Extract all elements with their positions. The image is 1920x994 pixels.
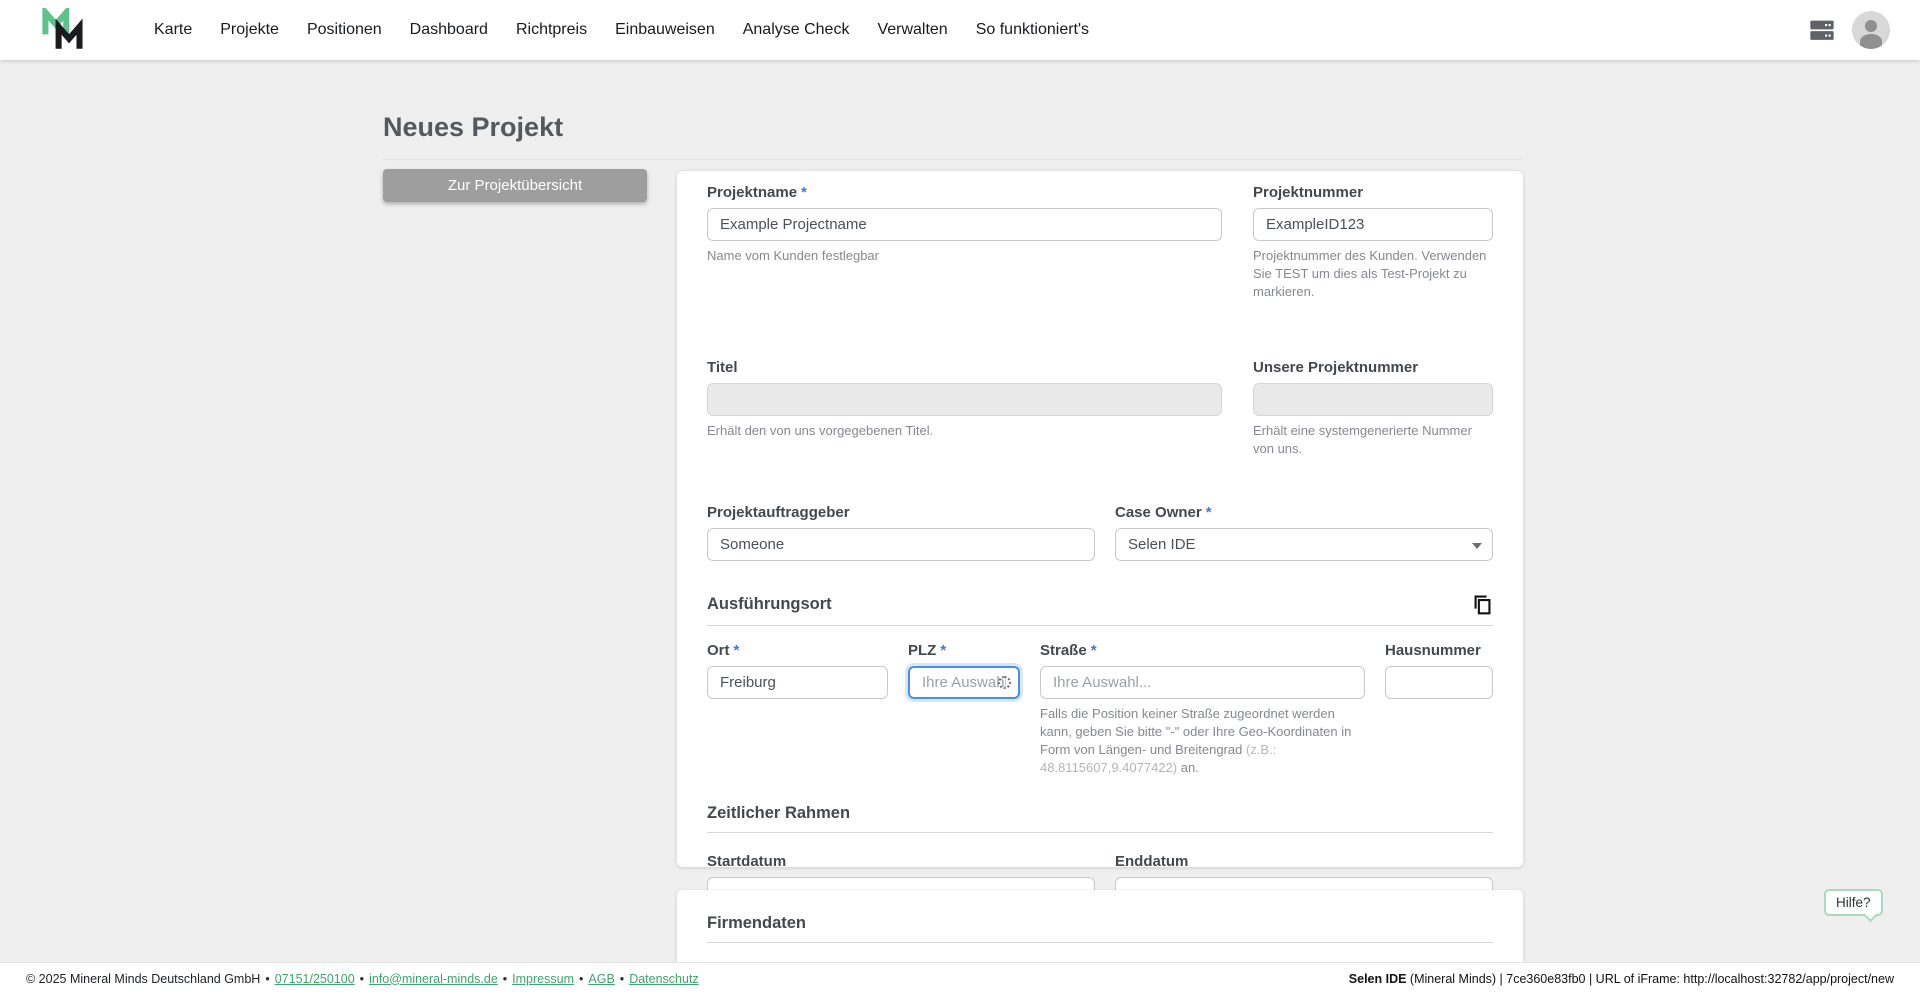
unsere-projektnummer-input [1253, 382, 1493, 416]
case-owner-select[interactable]: Selen IDE [1115, 527, 1493, 561]
plz-label: PLZ * [908, 641, 947, 659]
enddatum-label: Enddatum [1115, 853, 1189, 871]
startdatum-label: Startdatum [707, 853, 787, 871]
nav-item-positionen[interactable]: Positionen [293, 21, 396, 39]
required-marker: * [1205, 503, 1212, 521]
copy-icon[interactable] [1471, 594, 1493, 616]
projektnummer-label: Projektnummer [1253, 184, 1364, 201]
footer-impressum-link[interactable]: Impressum [512, 972, 574, 986]
help-button[interactable]: Hilfe? [1824, 889, 1883, 916]
projektauftraggeber-input[interactable] [707, 527, 1095, 561]
chevron-down-icon [1472, 542, 1482, 549]
strasse-label: Straße * [1040, 641, 1097, 659]
projektname-input[interactable] [707, 208, 1222, 241]
unsere-projektnummer-label: Unsere Projektnummer [1253, 358, 1419, 376]
loading-spinner-icon [998, 675, 1011, 689]
titel-helper: Erhält den von uns vorgegebenen Titel. [707, 422, 934, 438]
projektname-label: Projektname * [707, 184, 807, 201]
mineral-minds-logo[interactable] [40, 8, 88, 52]
required-marker: * [733, 641, 740, 659]
user-avatar-icon[interactable] [1852, 11, 1890, 49]
back-to-project-overview-button[interactable]: Zur Projektübersicht [383, 169, 647, 202]
ort-label: Ort * [707, 641, 740, 659]
nav-item-verwalten[interactable]: Verwalten [863, 21, 961, 39]
zeitlicher-rahmen-heading: Zeitlicher Rahmen [707, 804, 851, 823]
footer-datenschutz-link[interactable]: Datenschutz [629, 972, 698, 986]
footer-session-info: Selen IDE (Mineral Minds) | 7ce360e83fb0… [1349, 972, 1894, 986]
nav-item-so-funktionierts[interactable]: So funktioniert's [962, 21, 1103, 39]
hausnummer-label: Hausnummer [1385, 641, 1481, 659]
nav-item-richtpreis[interactable]: Richtpreis [502, 21, 601, 39]
footer-email-link[interactable]: info@mineral-minds.de [369, 972, 498, 986]
firmendaten-card: Firmendaten [677, 890, 1523, 962]
case-owner-label: Case Owner * [1115, 503, 1212, 521]
nav-item-einbauweisen[interactable]: Einbauweisen [601, 21, 729, 39]
nav-item-karte[interactable]: Karte [140, 21, 206, 39]
footer-left: © 2025 Mineral Minds Deutschland GmbH • … [26, 971, 699, 986]
projektnummer-helper: Projektnummer des Kunden. Verwenden Sie … [1253, 248, 1487, 299]
nav-item-projekte[interactable]: Projekte [206, 21, 293, 39]
strasse-input[interactable] [1040, 665, 1365, 699]
nav-item-dashboard[interactable]: Dashboard [396, 21, 502, 39]
case-owner-selected-value: Selen IDE [1128, 535, 1196, 553]
projektauftraggeber-label: Projektauftraggeber [707, 503, 850, 521]
required-marker: * [801, 184, 807, 201]
top-navbar: Karte Projekte Positionen Dashboard Rich… [0, 0, 1920, 60]
server-icon[interactable] [1808, 16, 1836, 44]
nav-item-analyse-check[interactable]: Analyse Check [729, 21, 864, 39]
page-title: Neues Projekt [383, 112, 1523, 160]
strasse-helper: Falls die Position keiner Straße zugeord… [1040, 705, 1352, 775]
footer-phone-link[interactable]: 07151/250100 [275, 972, 355, 986]
titel-label: Titel [707, 358, 738, 376]
hausnummer-input[interactable] [1385, 665, 1493, 699]
footer-user-name: Selen IDE [1348, 971, 1407, 986]
footer-copyright: © 2025 Mineral Minds Deutschland GmbH [26, 971, 261, 986]
main-content: Neues Projekt Zur Projektübersicht Proje… [0, 60, 1920, 962]
ort-input[interactable] [707, 665, 888, 699]
navbar-right [1808, 11, 1890, 49]
footer-session-details: (Mineral Minds) | 7ce360e83fb0 | URL of … [1406, 971, 1894, 986]
unsere-projektnummer-helper: Erhält eine systemgenerierte Nummer von … [1253, 422, 1472, 456]
footer-agb-link[interactable]: AGB [588, 972, 614, 986]
projektname-helper: Name vom Kunden festlegbar [707, 248, 879, 263]
projektnummer-input[interactable] [1253, 208, 1493, 241]
project-form-card: Projektname* Name vom Kunden festlegbar … [677, 171, 1523, 911]
main-nav: Karte Projekte Positionen Dashboard Rich… [140, 21, 1103, 39]
ausfuehrungsort-heading: Ausführungsort [707, 595, 832, 614]
required-marker: * [1090, 641, 1097, 659]
double-m-logo-icon [42, 8, 83, 49]
titel-input [707, 382, 1222, 416]
required-marker: * [940, 641, 947, 659]
ausfuehrungsort-section: Ausführungsort Ort * Freiburg PLZ * Ihre… [707, 594, 1493, 777]
firmendaten-heading: Firmendaten [707, 914, 807, 932]
page-footer: © 2025 Mineral Minds Deutschland GmbH • … [0, 962, 1920, 994]
